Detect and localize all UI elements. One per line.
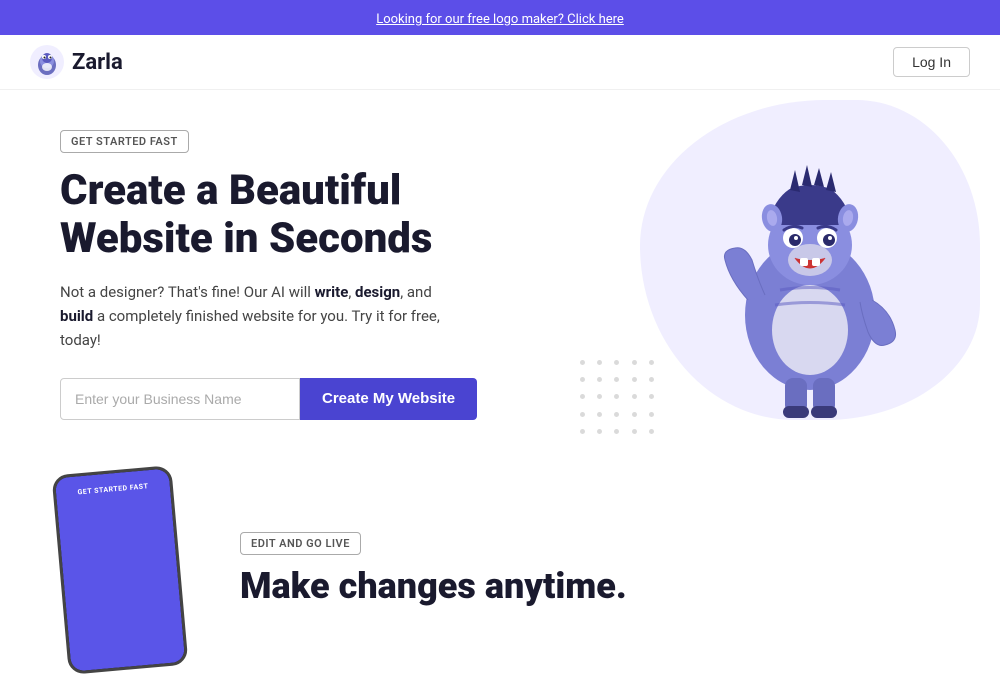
logo-area: Zarla [30, 45, 123, 79]
create-website-button[interactable]: Create My Website [300, 378, 477, 420]
hero-illustration [560, 120, 940, 420]
second-section: GET STARTED FAST EDIT AND GO LIVE Make c… [0, 450, 1000, 690]
hero-section: GET STARTED FAST Create a Beautiful Webs… [0, 90, 1000, 440]
hero-badge: GET STARTED FAST [60, 130, 189, 153]
phone-mockup: GET STARTED FAST [60, 470, 180, 670]
hero-subtitle: Not a designer? That's fine! Our AI will… [60, 280, 460, 352]
banner-link[interactable]: Looking for our free logo maker? Click h… [376, 12, 624, 27]
hero-title: Create a Beautiful Website in Seconds [60, 167, 560, 264]
second-content: EDIT AND GO LIVE Make changes anytime. [240, 532, 940, 608]
hero-content: GET STARTED FAST Create a Beautiful Webs… [60, 120, 560, 420]
phone-body: GET STARTED FAST [52, 465, 189, 675]
phone-screen: GET STARTED FAST [55, 468, 185, 671]
navbar: Zarla Log In [0, 35, 1000, 90]
business-name-input[interactable] [60, 378, 300, 420]
second-badge: EDIT AND GO LIVE [240, 532, 361, 555]
hero-form: Create My Website [60, 378, 560, 420]
login-button[interactable]: Log In [893, 47, 970, 77]
second-section-title: Make changes anytime. [240, 565, 940, 608]
zebra-mascot [680, 130, 940, 420]
logo-text: Zarla [72, 50, 123, 75]
top-banner: Looking for our free logo maker? Click h… [0, 0, 1000, 35]
phone-screen-text: GET STARTED FAST [77, 482, 148, 496]
logo-icon [30, 45, 64, 79]
dots-decoration [580, 360, 660, 440]
